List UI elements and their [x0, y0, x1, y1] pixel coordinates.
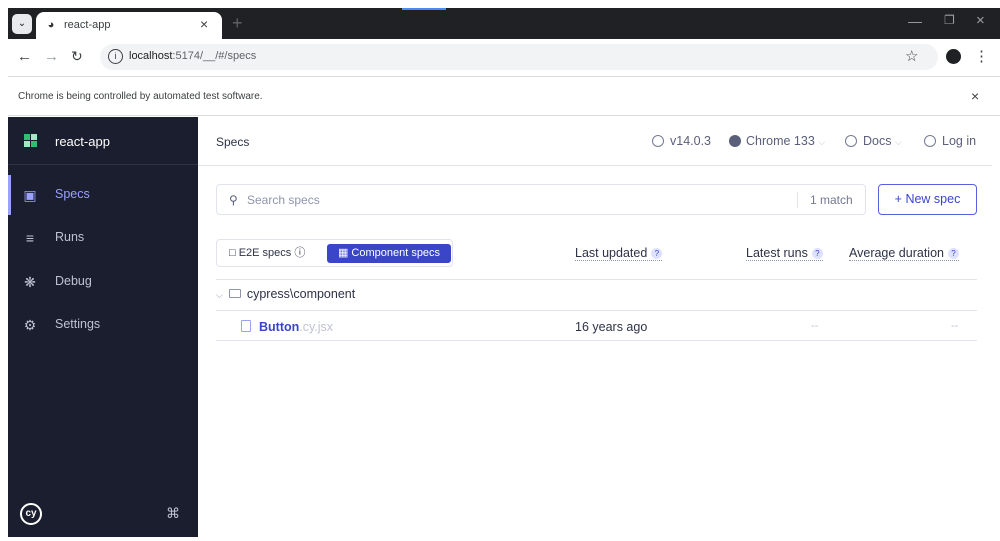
- page-title: Specs: [216, 135, 250, 149]
- browser-selector[interactable]: Chrome 133 ⌵: [746, 134, 825, 148]
- divider: [216, 279, 977, 280]
- browser-label: Chrome 133: [746, 134, 815, 148]
- gear-icon: ⚙: [23, 317, 37, 333]
- forward-icon[interactable]: →: [44, 48, 59, 65]
- component-specs-tab[interactable]: ▦ Component specs: [327, 244, 451, 263]
- tab-title: react-app: [64, 19, 111, 31]
- new-spec-button[interactable]: + New spec: [878, 184, 977, 215]
- docs-menu[interactable]: Docs ⌵: [863, 134, 902, 148]
- new-tab-icon[interactable]: +: [232, 13, 243, 34]
- folder-row[interactable]: ⌵ cypress\component: [216, 287, 355, 301]
- folder-name: cypress\component: [246, 287, 356, 301]
- search-divider: [797, 192, 798, 208]
- minimize-icon[interactable]: —: [908, 13, 922, 29]
- sidebar-header: react-app: [8, 117, 198, 165]
- infobar-close-icon[interactable]: ×: [971, 88, 979, 104]
- col-last-updated[interactable]: Last updated?: [575, 246, 663, 261]
- chrome-title-bar: ⌄ ◕ react-app × + — ❐ ×: [8, 8, 1000, 39]
- docs-icon: [845, 135, 857, 147]
- spec-latest-runs: --: [811, 320, 819, 332]
- bug-icon: ❋: [24, 274, 36, 290]
- docs-label: Docs: [863, 134, 892, 148]
- restore-icon[interactable]: ❐: [944, 13, 955, 27]
- cypress-logo-icon: cy: [20, 503, 42, 525]
- app-logo-icon: [24, 134, 38, 148]
- sidebar-item-runs[interactable]: ≡ Runs: [8, 218, 198, 258]
- tab-search-icon[interactable]: ⌄: [12, 14, 32, 34]
- help-icon: ?: [947, 248, 959, 259]
- top-bar: Specs v14.0.3 Chrome 133 ⌵ Docs ⌵ Log in: [198, 117, 992, 166]
- sidebar-item-debug[interactable]: ❋ Debug: [8, 262, 198, 302]
- component-label: Component specs: [351, 247, 441, 259]
- sidebar-item-label: Specs: [55, 187, 90, 201]
- version-icon: [652, 135, 664, 147]
- search-box: ⚲ 1 match: [216, 184, 866, 215]
- address-row: ← → ↻ i localhost:5174/__/#/specs ☆ ⋮: [8, 39, 1000, 75]
- address-bar[interactable]: i localhost:5174/__/#/specs: [100, 44, 938, 70]
- match-count: 1 match: [810, 193, 853, 207]
- col-label: Latest runs: [746, 246, 808, 260]
- search-input[interactable]: [247, 191, 787, 209]
- search-icon: ⚲: [229, 193, 238, 207]
- app-name: react-app: [55, 134, 110, 149]
- profile-avatar-icon[interactable]: [946, 49, 961, 64]
- main-content: Specs v14.0.3 Chrome 133 ⌵ Docs ⌵ Log in…: [198, 117, 1000, 537]
- version-button[interactable]: v14.0.3: [670, 134, 711, 148]
- spec-type-switch: □ E2E specs ⓘ ▦ Component specs: [216, 239, 453, 267]
- automation-infobar: Chrome is being controlled by automated …: [8, 76, 1000, 116]
- help-icon: ?: [811, 248, 823, 259]
- infobar-text: Chrome is being controlled by automated …: [18, 91, 263, 102]
- e2e-label: E2E specs: [238, 247, 292, 259]
- chevron-down-icon: ⌵: [216, 290, 223, 300]
- url-host: localhost: [129, 50, 173, 62]
- keyboard-shortcuts-icon[interactable]: ⌘: [166, 505, 180, 522]
- help-icon: ?: [651, 248, 663, 259]
- col-label: Average duration: [849, 246, 944, 260]
- loading-indicator: [402, 8, 446, 10]
- user-icon: [924, 135, 936, 147]
- col-label: Last updated: [575, 246, 648, 260]
- col-average-duration[interactable]: Average duration?: [849, 246, 959, 261]
- spec-file-link[interactable]: Button.cy.jsx: [259, 320, 333, 334]
- chevron-down-icon: ⌵: [818, 137, 826, 147]
- spec-last-updated: 16 years ago: [575, 320, 648, 334]
- chrome-browser-icon: [729, 135, 741, 147]
- chevron-down-icon: ⌵: [894, 137, 902, 147]
- browser-tab[interactable]: ◕ react-app ×: [36, 12, 222, 39]
- chrome-menu-icon[interactable]: ⋮: [974, 47, 989, 65]
- divider: [216, 310, 977, 311]
- sidebar-item-specs[interactable]: ▣ Specs: [8, 175, 198, 215]
- back-icon[interactable]: ←: [17, 48, 32, 65]
- window-close-icon[interactable]: ×: [976, 12, 985, 29]
- site-info-icon[interactable]: i: [108, 49, 123, 64]
- folder-icon: [228, 289, 241, 298]
- sidebar: react-app ▣ Specs ≡ Runs ❋ Debug ⚙ Setti…: [8, 117, 198, 537]
- sidebar-item-label: Runs: [55, 230, 85, 244]
- help-icon: ⓘ: [294, 247, 306, 259]
- url-path: :5174/__/#/specs: [172, 50, 257, 62]
- spec-extension: .cy.jsx: [299, 320, 334, 334]
- document-icon: [241, 320, 251, 332]
- runs-icon: ≡: [25, 230, 35, 246]
- url-text[interactable]: localhost:5174/__/#/specs: [129, 50, 256, 62]
- col-latest-runs[interactable]: Latest runs?: [746, 246, 823, 261]
- spec-average-duration: --: [951, 320, 959, 332]
- spec-name: Button: [259, 320, 300, 334]
- cypress-favicon-icon: ◕: [47, 19, 55, 31]
- e2e-specs-tab[interactable]: □ E2E specs ⓘ: [223, 244, 311, 263]
- tab-close-icon[interactable]: ×: [200, 16, 208, 32]
- sidebar-item-settings[interactable]: ⚙ Settings: [8, 305, 198, 345]
- active-indicator: [8, 175, 11, 215]
- specs-icon: ▣: [23, 187, 37, 203]
- login-button[interactable]: Log in: [942, 134, 976, 148]
- bookmark-star-icon[interactable]: ☆: [905, 47, 918, 65]
- divider: [216, 340, 977, 341]
- sidebar-item-label: Settings: [55, 317, 101, 331]
- browser-window: ⌄ ◕ react-app × + — ❐ × ← → ↻ i localhos…: [0, 0, 1000, 541]
- sidebar-item-label: Debug: [55, 274, 92, 288]
- reload-icon[interactable]: ↻: [71, 48, 83, 65]
